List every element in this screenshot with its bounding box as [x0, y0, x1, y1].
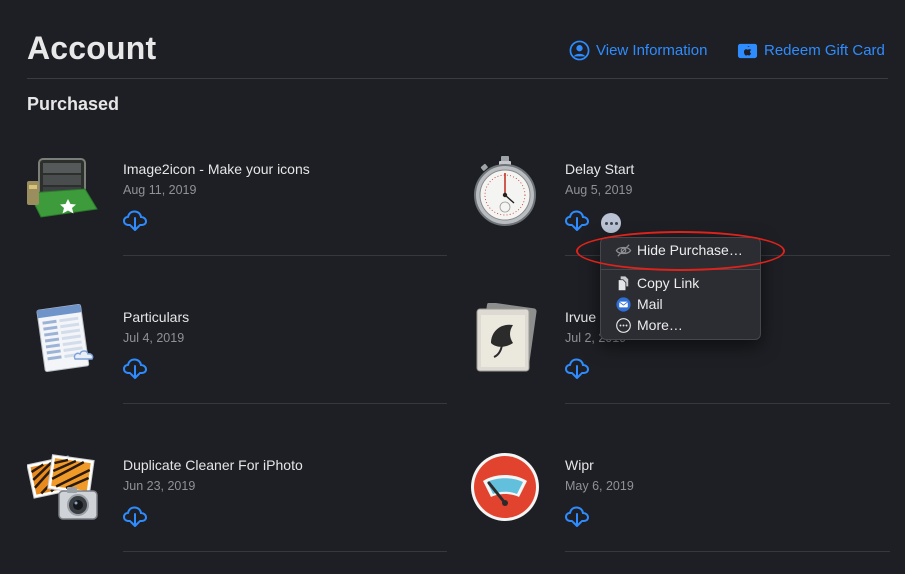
- wipr-app-icon: [471, 453, 539, 521]
- image2icon-app-icon: [27, 158, 98, 218]
- ellipsis-dot: [614, 221, 618, 225]
- view-information-link[interactable]: View Information: [569, 40, 707, 61]
- purchase-date: Jul 4, 2019: [123, 331, 185, 345]
- purchase-date: Aug 5, 2019: [565, 183, 633, 197]
- purchase-item-wipr: Wipr May 6, 2019: [469, 451, 890, 574]
- mail-icon: [616, 296, 631, 312]
- row-divider: [123, 403, 447, 404]
- row-divider: [123, 551, 447, 552]
- redeem-gift-card-label: Redeem Gift Card: [764, 42, 885, 59]
- ellipsis-dot: [609, 221, 613, 225]
- app-name: Wipr: [565, 457, 594, 473]
- section-title-purchased: Purchased: [27, 94, 120, 114]
- app-name: Particulars: [123, 309, 190, 325]
- menu-item-copy-link[interactable]: Copy Link: [615, 273, 699, 293]
- account-page: Account View Information Redeem Gift Car…: [0, 0, 905, 574]
- menu-item-more[interactable]: More…: [615, 315, 683, 335]
- menu-item-label: Copy Link: [637, 275, 700, 291]
- download-cloud-icon[interactable]: [122, 504, 150, 528]
- download-cloud-icon[interactable]: [122, 356, 150, 380]
- stopwatch-app-icon: [474, 156, 536, 226]
- menu-item-mail[interactable]: Mail: [615, 294, 663, 314]
- purchase-date: Aug 11, 2019: [123, 183, 197, 197]
- purchase-item-particulars: Particulars Jul 4, 2019: [27, 303, 447, 443]
- menu-item-label: Hide Purchase…: [637, 242, 743, 258]
- purchase-date: May 6, 2019: [565, 479, 634, 493]
- app-name: Duplicate Cleaner For iPhoto: [123, 457, 303, 473]
- duplicate-cleaner-app-icon: [27, 454, 98, 520]
- view-information-label: View Information: [596, 42, 708, 59]
- page-title: Account: [27, 30, 157, 66]
- app-name: Irvue: [565, 309, 597, 325]
- more-options-button[interactable]: [601, 213, 621, 233]
- gift-card-icon: [737, 43, 758, 59]
- person-circle-icon: [569, 40, 590, 61]
- purchase-date: Jun 23, 2019: [123, 479, 196, 493]
- ellipsis-circle-icon: [616, 317, 631, 333]
- copy-doc-icon: [617, 275, 629, 291]
- context-menu: Hide Purchase… Copy Link Mail More…: [600, 237, 761, 340]
- menu-item-hide-purchase[interactable]: Hide Purchase…: [615, 240, 743, 260]
- row-divider: [565, 551, 890, 552]
- menu-divider: [601, 269, 760, 270]
- download-cloud-icon[interactable]: [122, 208, 150, 232]
- ellipsis-dot: [604, 221, 608, 225]
- download-cloud-icon[interactable]: [564, 356, 592, 380]
- eye-slash-icon: [615, 243, 632, 257]
- app-name: Delay Start: [565, 161, 635, 177]
- purchase-item-duplicate-cleaner: Duplicate Cleaner For iPhoto Jun 23, 201…: [27, 451, 447, 574]
- purchase-item-image2icon: Image2icon - Make your icons Aug 11, 201…: [27, 155, 447, 295]
- app-name: Image2icon - Make your icons: [123, 161, 310, 177]
- download-cloud-icon[interactable]: [564, 504, 592, 528]
- header-divider: [27, 78, 888, 79]
- redeem-gift-card-link[interactable]: Redeem Gift Card: [737, 40, 885, 61]
- row-divider: [565, 403, 890, 404]
- download-cloud-icon[interactable]: [564, 208, 592, 232]
- menu-item-label: More…: [637, 317, 683, 333]
- menu-item-label: Mail: [637, 296, 663, 312]
- particulars-app-icon: [36, 304, 94, 373]
- row-divider: [123, 255, 447, 256]
- irvue-app-icon: [476, 303, 537, 372]
